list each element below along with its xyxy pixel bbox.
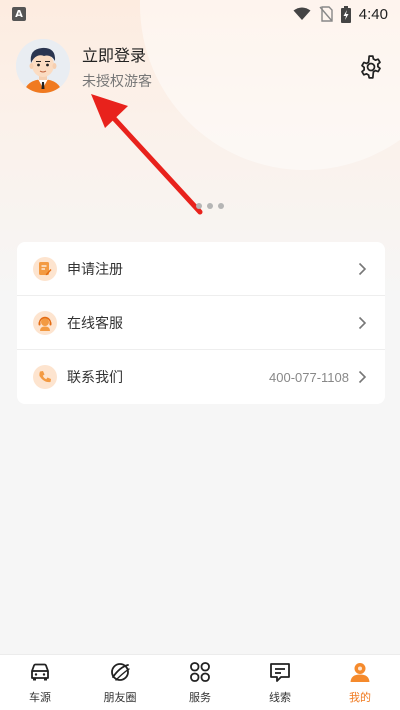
status-bar: A 4:40 xyxy=(0,0,400,28)
tab-label: 我的 xyxy=(349,691,371,704)
guest-status: 未授权游客 xyxy=(82,73,152,90)
grid-icon xyxy=(190,662,210,682)
gear-icon[interactable] xyxy=(358,54,384,80)
customer-service-icon xyxy=(33,310,57,335)
menu-item-customer-service[interactable]: 在线客服 xyxy=(17,296,385,350)
chevron-right-icon xyxy=(358,262,367,275)
wifi-icon xyxy=(293,7,311,20)
phone-number[interactable]: 400-077-1108 xyxy=(269,370,349,385)
carousel-dot xyxy=(207,203,213,209)
sim-off-icon xyxy=(319,6,333,22)
bottom-tab-bar: 车源 朋友圈 服务 线索 我的 xyxy=(0,654,400,710)
tab-label: 车源 xyxy=(29,691,51,704)
tab-moments[interactable]: 朋友圈 xyxy=(80,655,160,710)
tab-label: 服务 xyxy=(189,691,211,704)
menu-item-register[interactable]: 申请注册 xyxy=(17,242,385,296)
chevron-right-icon xyxy=(358,370,367,384)
clock: 4:40 xyxy=(358,5,388,23)
user-icon xyxy=(350,663,370,682)
tab-label: 朋友圈 xyxy=(103,691,137,704)
carousel-dot xyxy=(196,203,202,209)
notification-badge: A xyxy=(12,7,26,21)
menu-card: 申请注册 在线客服 联系我们 400-077-1108 xyxy=(17,242,385,404)
message-icon xyxy=(270,663,290,682)
menu-item-label: 申请注册 xyxy=(67,261,123,278)
menu-item-label: 联系我们 xyxy=(67,370,123,386)
register-form-icon xyxy=(33,256,57,281)
tab-car-source[interactable]: 车源 xyxy=(0,655,80,710)
menu-item-contact-us[interactable]: 联系我们 400-077-1108 xyxy=(17,350,385,404)
avatar-icon[interactable] xyxy=(16,39,70,93)
car-icon xyxy=(31,663,49,681)
battery-charging-icon xyxy=(340,5,351,23)
chevron-right-icon xyxy=(358,316,367,329)
planet-icon xyxy=(111,663,130,681)
menu-item-label: 在线客服 xyxy=(67,315,123,332)
tab-label: 线索 xyxy=(269,691,291,704)
tab-services[interactable]: 服务 xyxy=(160,655,240,710)
profile-header[interactable]: 立即登录 未授权游客 xyxy=(16,38,386,94)
tab-mine[interactable]: 我的 xyxy=(320,655,400,710)
tab-leads[interactable]: 线索 xyxy=(240,655,320,710)
phone-icon xyxy=(33,365,57,389)
carousel-dot xyxy=(218,203,224,209)
carousel-indicator xyxy=(196,203,224,209)
login-title[interactable]: 立即登录 xyxy=(82,42,152,66)
